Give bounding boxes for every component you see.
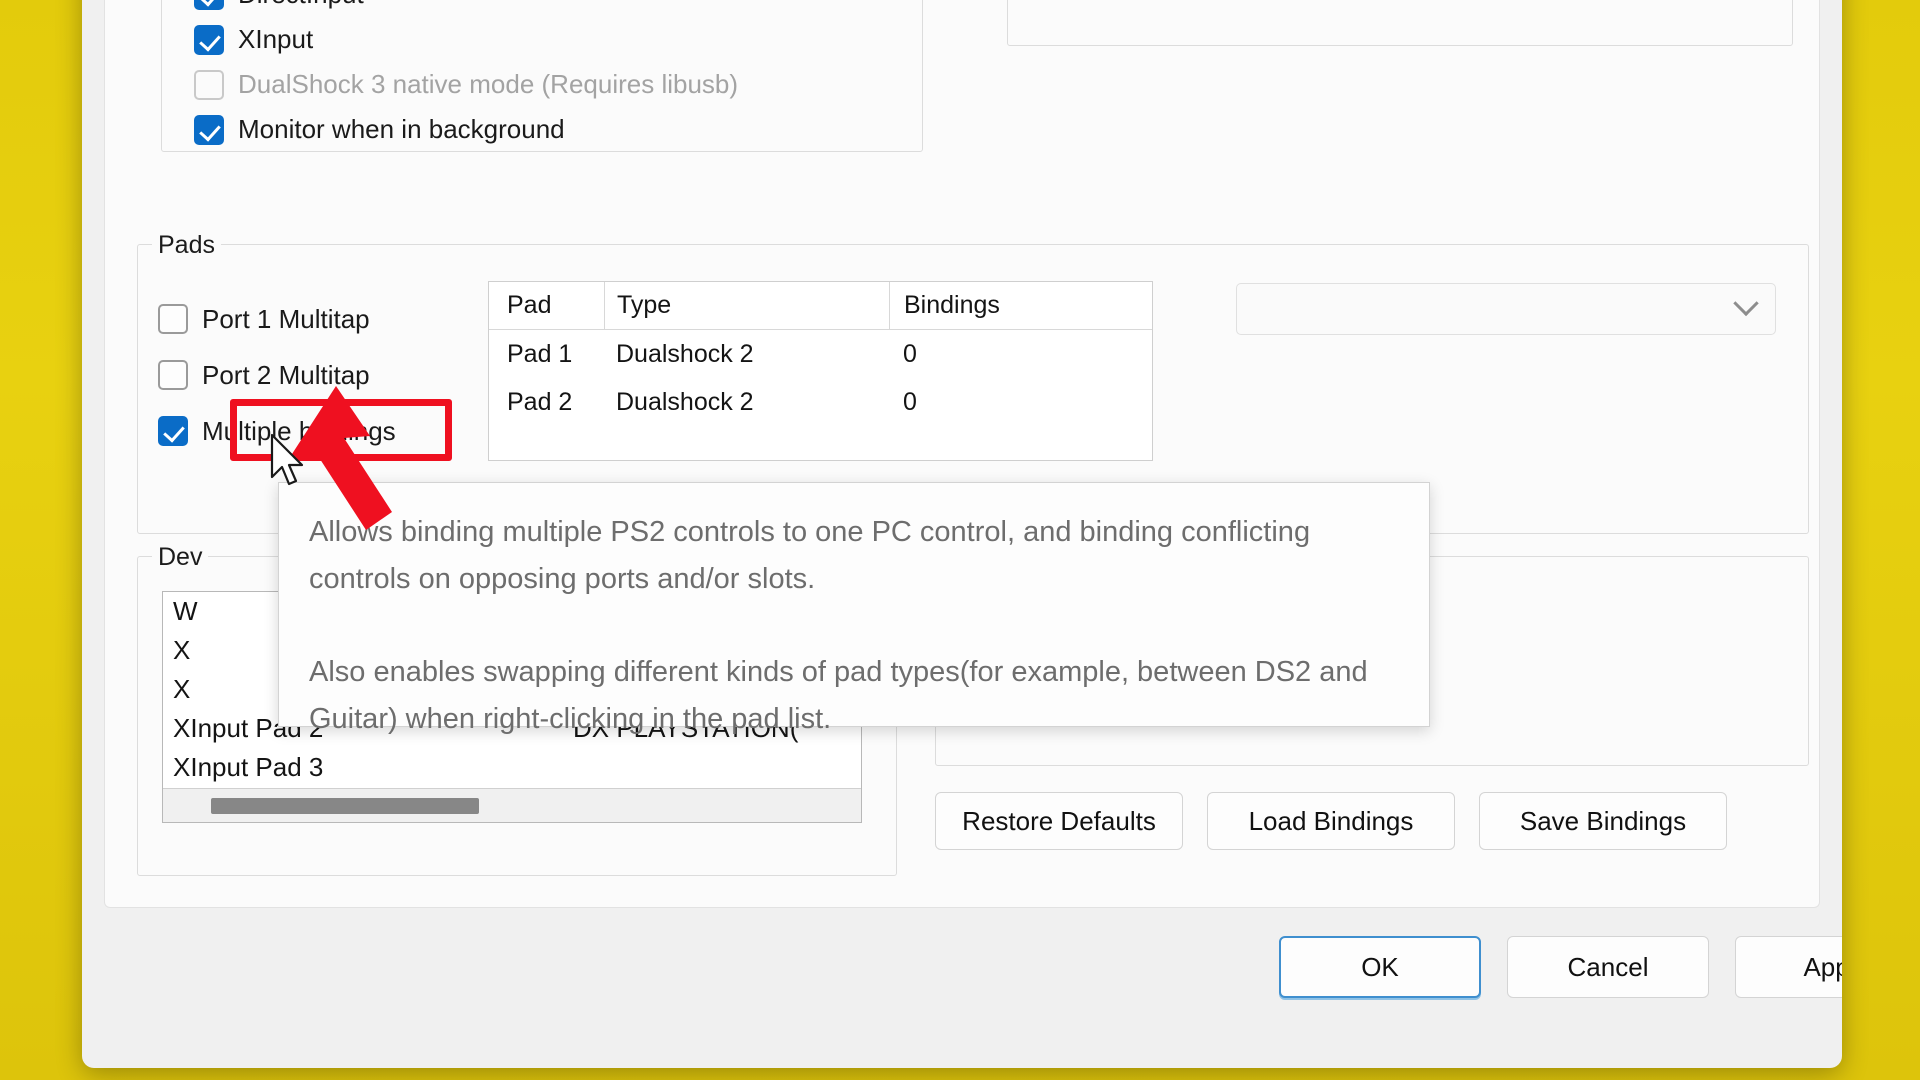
pad-settings-dialog: DirectInput XInput DualShock 3 native mo… (82, 0, 1842, 1068)
xinput-label: XInput (238, 24, 314, 54)
list-item[interactable]: XInput Pad 3 (163, 748, 861, 787)
pad-column-header-bindings: Bindings (889, 282, 1152, 329)
pad-column-header-type: Type (604, 282, 889, 329)
checkbox-row-directinput[interactable]: DirectInput (194, 0, 738, 17)
ok-button[interactable]: OK (1279, 936, 1481, 998)
input-api-group: DirectInput XInput DualShock 3 native mo… (161, 0, 923, 152)
pad-cell-name: Pad 2 (507, 387, 573, 416)
dualshock3-native-label: DualShock 3 native mode (Requires libusb… (238, 69, 739, 99)
scrollbar-thumb[interactable] (211, 798, 479, 814)
save-bindings-button[interactable]: Save Bindings (1479, 792, 1727, 850)
mouse-options-group: Start without mouse focus Always hide cu… (1007, 0, 1793, 46)
dualshock3-native-checkbox (194, 69, 224, 100)
xinput-checkbox[interactable] (194, 24, 224, 55)
cancel-button[interactable]: Cancel (1507, 936, 1709, 998)
pads-checkbox-list: Port 1 Multitap Port 2 Multitap Multiple… (158, 291, 396, 459)
tooltip-paragraph-1: Allows binding multiple PS2 controls to … (309, 516, 1311, 595)
checkbox-row-always-hide-cursor[interactable]: Always hide cursor (1040, 0, 1383, 3)
load-bindings-button[interactable]: Load Bindings (1207, 792, 1455, 850)
pads-group-title: Pads (152, 231, 221, 259)
table-row[interactable]: Pad 1 Dualshock 2 0 (489, 330, 1152, 378)
pad-type-dropdown[interactable] (1236, 283, 1776, 335)
port2-multitap-checkbox[interactable] (158, 360, 188, 390)
multiple-bindings-label: Multiple bindings (202, 415, 396, 446)
restore-defaults-button[interactable]: Restore Defaults (935, 792, 1183, 850)
pad-cell-type: Dualshock 2 (616, 387, 754, 416)
devices-group-title: Dev (152, 543, 209, 571)
mouse-options-checkbox-list: Start without mouse focus Always hide cu… (1040, 0, 1383, 3)
port2-multitap-label: Port 2 Multitap (202, 359, 370, 390)
device-list-horizontal-scrollbar[interactable] (163, 788, 861, 822)
port1-multitap-checkbox[interactable] (158, 304, 188, 334)
checkbox-row-port1-multitap[interactable]: Port 1 Multitap (158, 291, 396, 347)
monitor-background-label: Monitor when in background (238, 114, 565, 144)
pad-cell-bindings: 0 (903, 387, 917, 416)
input-api-checkbox-list: DirectInput XInput DualShock 3 native mo… (194, 0, 738, 152)
checkbox-row-xinput[interactable]: XInput (194, 17, 738, 62)
multiple-bindings-checkbox[interactable] (158, 416, 188, 446)
apply-button[interactable]: Apply (1735, 936, 1842, 998)
dialog-footer-buttons: OK Cancel Apply (1279, 936, 1842, 998)
pad-list-table[interactable]: Pad Type Bindings Pad 1 Dualshock 2 0 Pa… (488, 281, 1153, 461)
directinput-label: DirectInput (238, 0, 364, 10)
multiple-bindings-tooltip: Allows binding multiple PS2 controls to … (278, 482, 1430, 735)
settings-content-panel: DirectInput XInput DualShock 3 native mo… (104, 0, 1820, 908)
pad-cell-type: Dualshock 2 (616, 339, 754, 368)
pad-table-header: Pad Type Bindings (489, 282, 1152, 330)
binding-actions-toolbar: Restore Defaults Load Bindings Save Bind… (935, 792, 1727, 850)
pad-cell-bindings: 0 (903, 339, 917, 368)
checkbox-row-monitor-background[interactable]: Monitor when in background (194, 107, 738, 152)
pad-cell-name: Pad 1 (507, 339, 573, 368)
table-row[interactable]: Pad 2 Dualshock 2 0 (489, 378, 1152, 426)
pad-column-header-pad: Pad (507, 291, 552, 319)
monitor-background-checkbox[interactable] (194, 114, 224, 145)
port1-multitap-label: Port 1 Multitap (202, 303, 370, 334)
chevron-down-icon (1733, 290, 1759, 317)
device-name: XInput Pad 3 (173, 752, 324, 782)
checkbox-row-dualshock3-native: DualShock 3 native mode (Requires libusb… (194, 62, 738, 107)
tooltip-paragraph-2: Also enables swapping different kinds of… (309, 656, 1368, 735)
checkbox-row-multiple-bindings[interactable]: Multiple bindings (158, 403, 396, 459)
directinput-checkbox[interactable] (194, 0, 224, 10)
checkbox-row-port2-multitap[interactable]: Port 2 Multitap (158, 347, 396, 403)
